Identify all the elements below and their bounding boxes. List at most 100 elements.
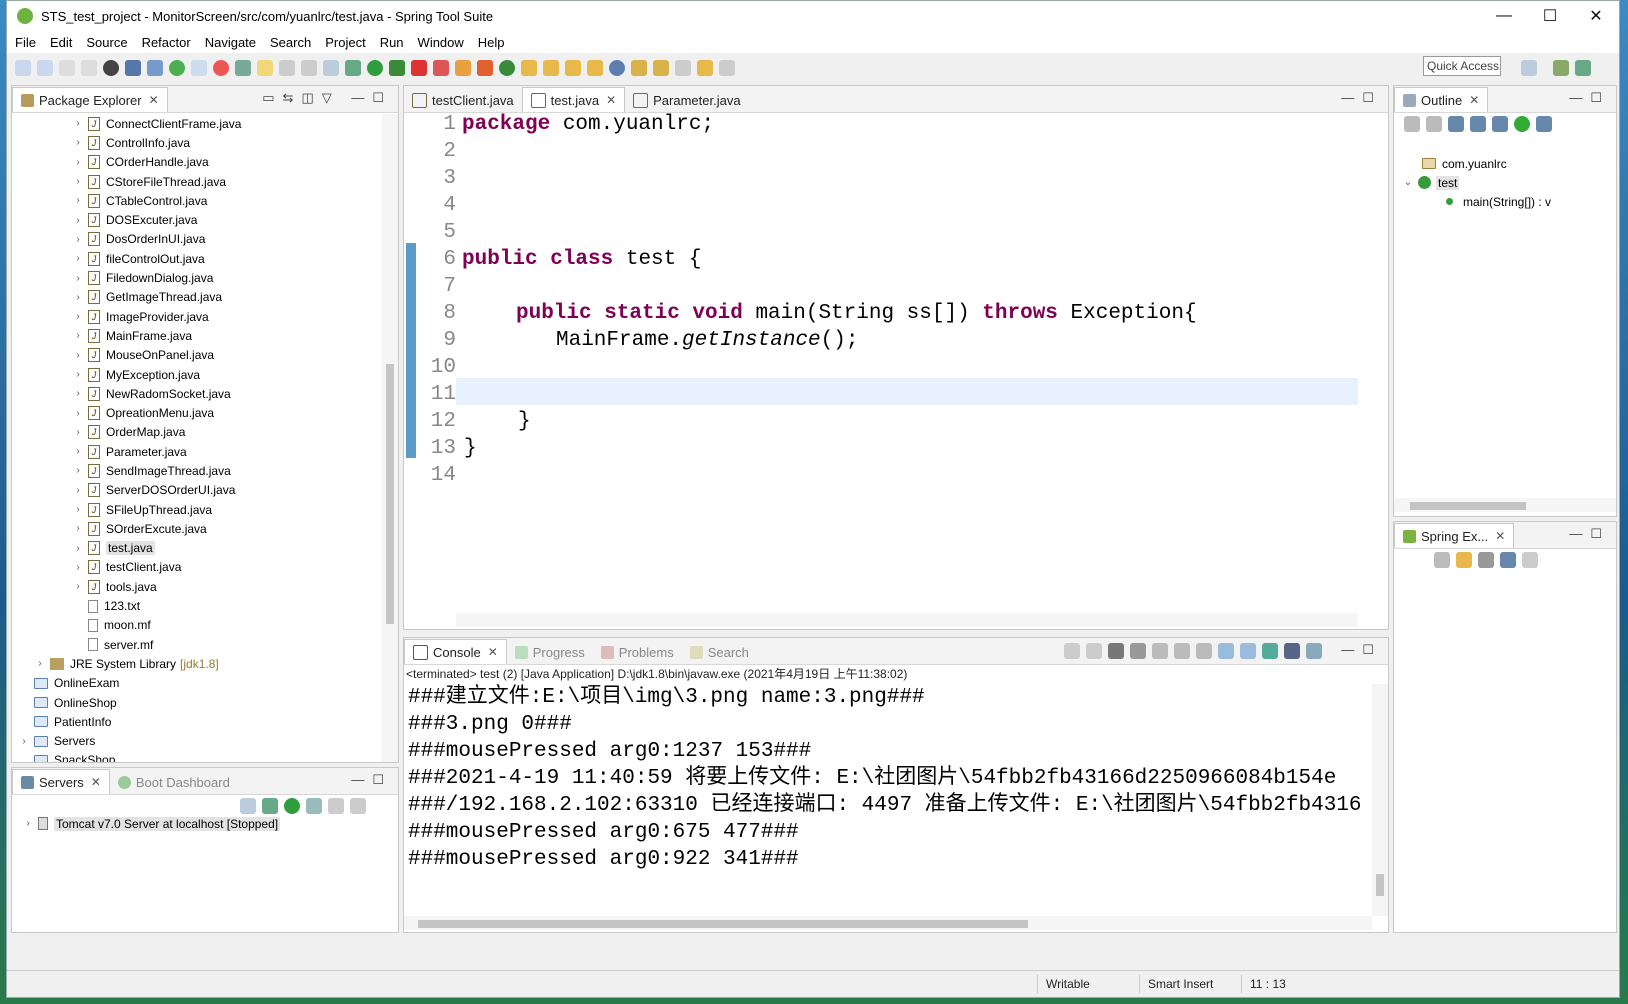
chevron-down-icon[interactable]: ⌄	[1402, 177, 1414, 188]
globe-icon[interactable]	[609, 60, 625, 76]
show-stdout-icon[interactable]	[1218, 643, 1234, 659]
tab-boot-dashboard[interactable]: Boot Dashboard	[110, 770, 238, 794]
chevron-right-icon[interactable]: ›	[34, 658, 46, 669]
chevron-right-icon[interactable]: ›	[72, 137, 84, 148]
tree-item[interactable]: server.mf	[12, 635, 380, 654]
tab-parameter-java[interactable]: Parameter.java	[625, 88, 748, 112]
view-controls[interactable]: ▭⇆◫▽ —☐	[262, 90, 392, 106]
tab-progress[interactable]: Progress	[507, 640, 593, 664]
view-menu-icon[interactable]	[1522, 552, 1538, 568]
filter-icon[interactable]	[1478, 552, 1494, 568]
open-type-icon[interactable]	[235, 60, 251, 76]
tree-item[interactable]: › J FiledownDialog.java	[12, 268, 380, 287]
tree-project[interactable]: OnlineShop	[12, 693, 380, 712]
close-icon[interactable]: ✕	[488, 645, 498, 659]
open-console-icon[interactable]	[1306, 643, 1322, 659]
chevron-right-icon[interactable]: ›	[72, 157, 84, 168]
save-all-icon[interactable]	[81, 60, 97, 76]
view-controls[interactable]: —☐	[1341, 642, 1382, 658]
console-vertical-scrollbar[interactable]	[1372, 684, 1388, 916]
next-edit-icon[interactable]	[631, 60, 647, 76]
tree-project[interactable]: PatientInfo	[12, 712, 380, 731]
tree-item[interactable]: › J DOSExcuter.java	[12, 210, 380, 229]
menu-window[interactable]: Window	[418, 35, 464, 50]
sort-icon[interactable]	[1500, 552, 1516, 568]
show-whitespace-icon[interactable]	[323, 60, 339, 76]
tree-item[interactable]: › J ConnectClientFrame.java	[12, 114, 380, 133]
tab-testclient-java[interactable]: testClient.java	[404, 88, 522, 112]
close-icon[interactable]: ✕	[1469, 93, 1479, 107]
hide-fields-icon[interactable]	[1448, 116, 1464, 132]
last-edit-icon[interactable]	[675, 60, 691, 76]
menu-refactor[interactable]: Refactor	[142, 35, 191, 50]
new-package-icon[interactable]	[477, 60, 493, 76]
run-icon[interactable]	[367, 60, 383, 76]
tree-item[interactable]: › JtestClient.java	[12, 558, 380, 577]
editor-horizontal-scrollbar[interactable]	[456, 613, 1358, 627]
chevron-right-icon[interactable]: ›	[72, 427, 84, 438]
console-horizontal-scrollbar[interactable]	[404, 916, 1372, 930]
prev-annotation-icon[interactable]	[301, 60, 317, 76]
chevron-right-icon[interactable]: ›	[72, 311, 84, 322]
tree-item[interactable]: › J GetImageThread.java	[12, 288, 380, 307]
chevron-right-icon[interactable]: ›	[72, 273, 84, 284]
profile-icon[interactable]	[103, 60, 119, 76]
tree-item[interactable]: › J NewRadomSocket.java	[12, 384, 380, 403]
code-editor[interactable]: 1 2 3 4 5 6 7 8 9 10 11 12 13 14 package com.yuanlrc;…	[404, 113, 1388, 629]
tab-search[interactable]: Search	[682, 640, 757, 664]
link-icon[interactable]	[1456, 552, 1472, 568]
close-icon[interactable]: ✕	[1495, 529, 1505, 543]
menu-run[interactable]: Run	[380, 35, 404, 50]
chevron-right-icon[interactable]: ›	[72, 581, 84, 592]
open-perspective-icon[interactable]	[1521, 60, 1537, 76]
collapse-all-icon[interactable]	[1434, 552, 1450, 568]
status-insert-mode[interactable]: Smart Insert	[1139, 975, 1242, 993]
chevron-right-icon[interactable]: ›	[72, 408, 84, 419]
server-row[interactable]: › Tomcat v7.0 Server at localhost [Stopp…	[22, 814, 281, 833]
chevron-right-icon[interactable]: ›	[72, 215, 84, 226]
sort-icon[interactable]	[1426, 116, 1442, 132]
tree-item[interactable]: › J MainFrame.java	[12, 326, 380, 345]
tree-item[interactable]: › J CTableControl.java	[12, 191, 380, 210]
tree-item[interactable]: moon.mf	[12, 616, 380, 635]
tree-project[interactable]: SnackShop	[12, 751, 380, 762]
open-folder-icon[interactable]	[521, 60, 537, 76]
chevron-right-icon[interactable]: ›	[72, 350, 84, 361]
clear-console-icon[interactable]	[1152, 643, 1168, 659]
debug-perspective-icon[interactable]	[1575, 60, 1591, 76]
tree-item[interactable]: › J MouseOnPanel.java	[12, 346, 380, 365]
view-controls[interactable]: —☐	[1569, 526, 1610, 542]
profile-server-icon[interactable]	[306, 798, 322, 814]
tree-item[interactable]: › J COrderHandle.java	[12, 153, 380, 172]
tab-outline[interactable]: Outline ✕	[1394, 87, 1489, 112]
menu-file[interactable]: File	[15, 35, 36, 50]
open-task-icon[interactable]	[543, 60, 559, 76]
chevron-right-icon[interactable]: ›	[72, 388, 84, 399]
java-ee-perspective-icon[interactable]	[1553, 60, 1569, 76]
pin-console-icon[interactable]	[1262, 643, 1278, 659]
stop-server-icon[interactable]	[328, 798, 344, 814]
debug-icon[interactable]	[345, 60, 361, 76]
toggle-mark-icon[interactable]	[191, 60, 207, 76]
package-explorer-scrollbar[interactable]	[382, 114, 398, 762]
chevron-right-icon[interactable]: ›	[72, 292, 84, 303]
chevron-right-icon[interactable]: ›	[72, 543, 84, 554]
close-icon[interactable]: ✕	[149, 93, 159, 107]
terminal-icon[interactable]	[125, 60, 141, 76]
console-output[interactable]: ###建立文件:E:\项目\img\3.png name:3.png### ##…	[404, 684, 1388, 932]
tree-project[interactable]: OnlineExam	[12, 674, 380, 693]
search-file-icon[interactable]	[587, 60, 603, 76]
scrollbar-thumb[interactable]	[1410, 502, 1526, 510]
back-icon[interactable]	[697, 60, 713, 76]
start-server-icon[interactable]	[284, 798, 300, 814]
tree-item[interactable]: › J Parameter.java	[12, 442, 380, 461]
chevron-right-icon[interactable]: ›	[72, 523, 84, 534]
tree-item[interactable]: › Jtest.java	[12, 539, 380, 558]
chevron-right-icon[interactable]: ›	[72, 253, 84, 264]
forward-icon[interactable]	[719, 60, 735, 76]
new-icon[interactable]	[15, 60, 31, 76]
remove-all-icon[interactable]	[1108, 643, 1124, 659]
prev-edit-icon[interactable]	[653, 60, 669, 76]
build-icon[interactable]	[213, 60, 229, 76]
collapse-icon[interactable]	[240, 798, 256, 814]
